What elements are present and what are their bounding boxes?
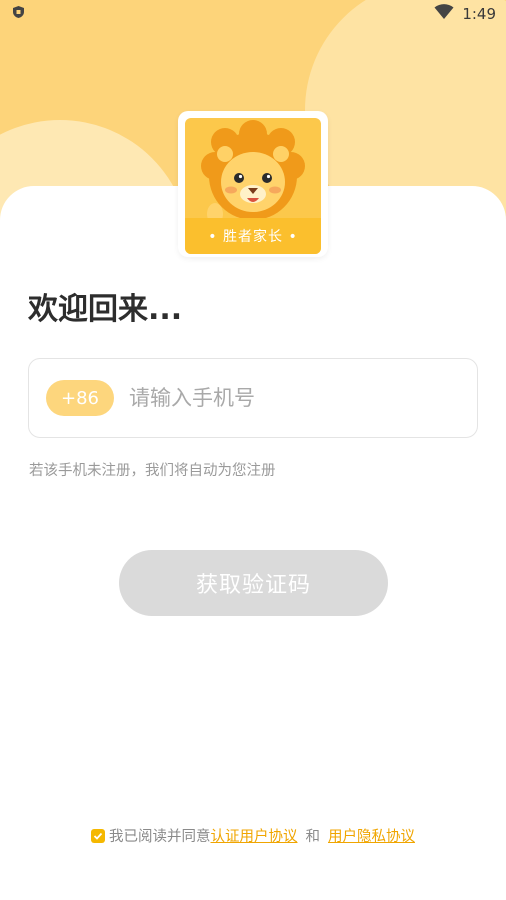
page-title: 欢迎回来... [28,292,183,327]
agreement-and: 和 [305,829,321,845]
shield-icon [12,5,25,23]
agreement-prefix: 我已阅读并同意 [109,829,211,845]
status-time: 1:49 [462,5,496,23]
app-logo: • 胜者家长 • [178,111,328,257]
get-code-button[interactable]: 获取验证码 [119,550,388,616]
country-code-button[interactable]: +86 [46,380,114,416]
phone-field[interactable]: +86 [28,358,478,438]
register-hint: 若该手机未注册，我们将自动为您注册 [29,463,276,479]
status-bar: 1:49 [0,0,506,28]
privacy-policy-link[interactable]: 用户隐私协议 [328,825,415,846]
wifi-icon [434,4,454,24]
check-icon [93,832,103,840]
logo-ribbon: • 胜者家长 • [185,218,321,254]
agreement-row: 我已阅读并同意 认证用户协议 和 用户隐私协议 [0,825,506,846]
agree-checkbox[interactable] [91,828,105,843]
user-agreement-link[interactable]: 认证用户协议 [211,825,298,846]
phone-input[interactable] [127,385,431,411]
